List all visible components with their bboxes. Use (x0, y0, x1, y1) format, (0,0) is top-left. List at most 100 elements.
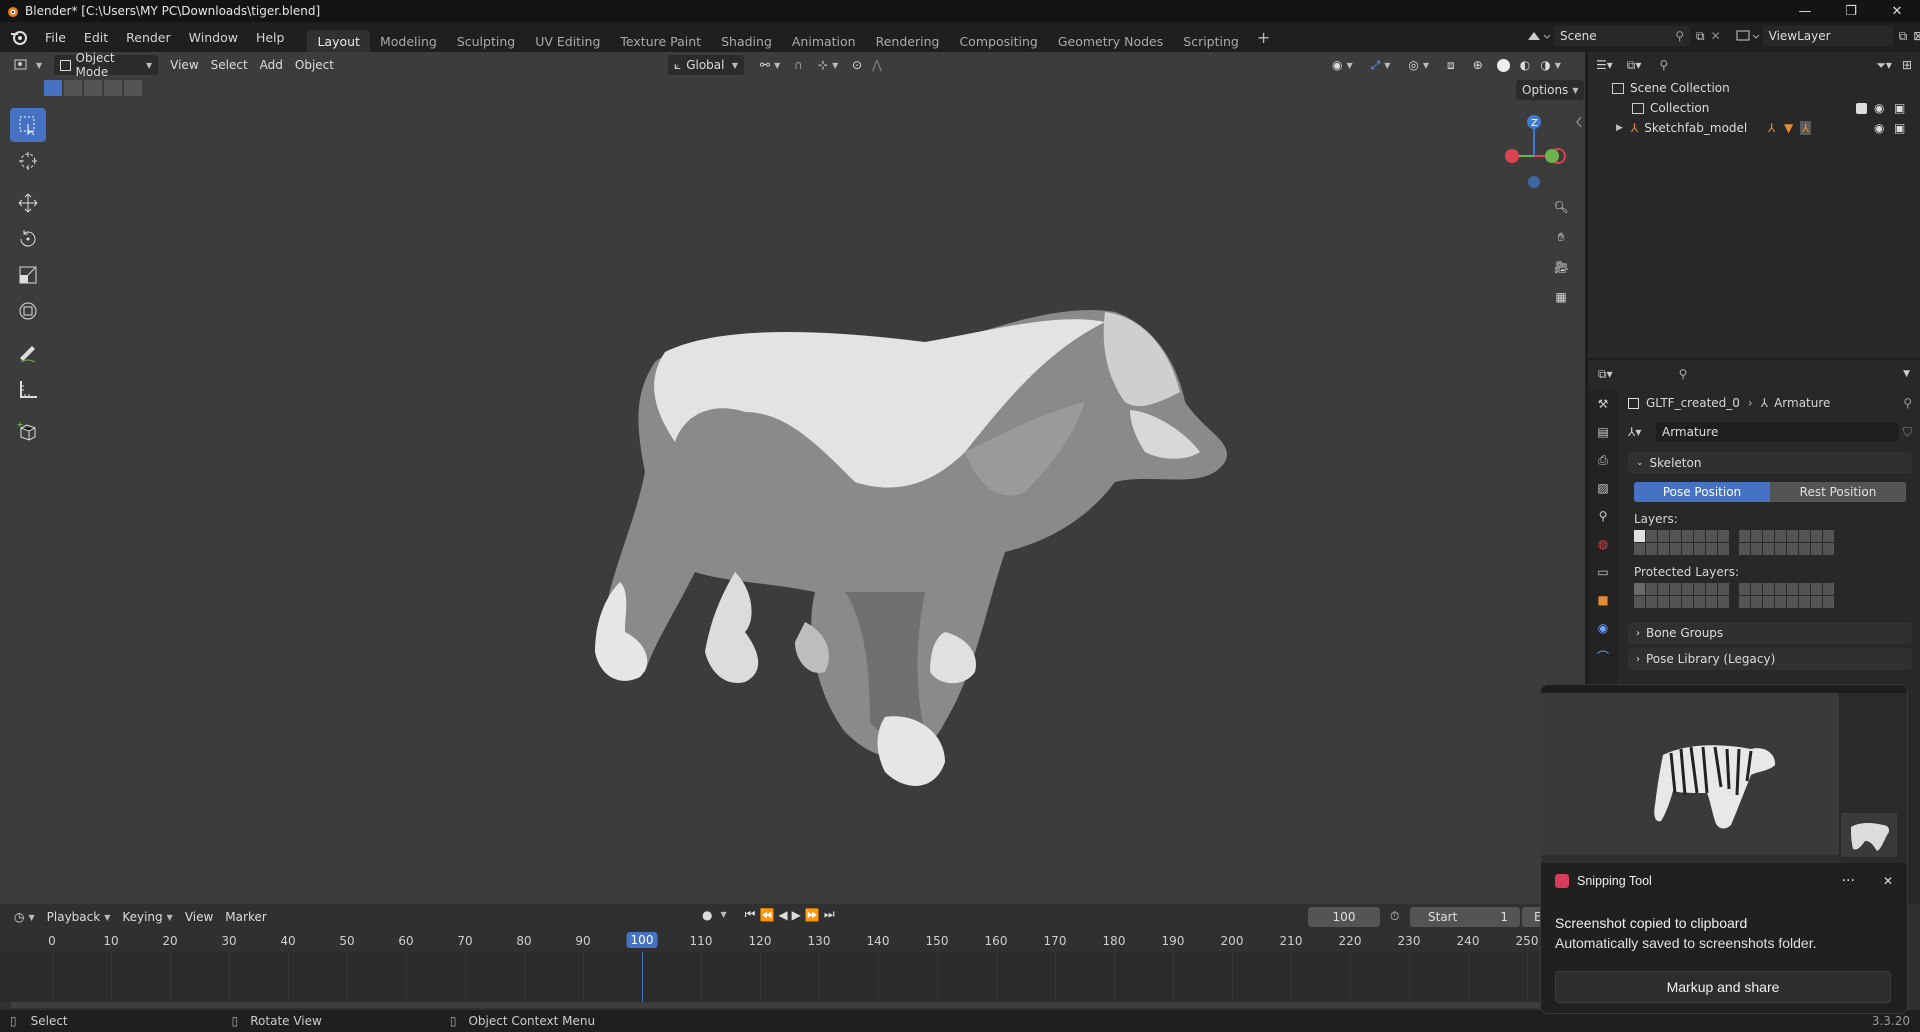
protected-layers-grid[interactable] (1634, 583, 1912, 608)
tab-tool[interactable]: ⚒ (1588, 390, 1618, 418)
skeleton-panel-header[interactable]: ⌄ Skeleton (1628, 452, 1912, 474)
select-new-button[interactable] (44, 80, 62, 96)
select-invert-button[interactable] (104, 80, 122, 96)
timeline-scrollbar[interactable] (10, 1002, 1540, 1008)
workspace-tab-compositing[interactable]: Compositing (949, 30, 1047, 52)
workspace-tab-layout[interactable]: Layout (307, 30, 370, 52)
object-visibility-button[interactable]: ◉ ▼ (1326, 55, 1359, 75)
tab-object[interactable]: ■ (1588, 586, 1618, 614)
pin-icon[interactable]: ⚲ (1675, 29, 1684, 43)
snipping-tool-notification[interactable]: Snipping Tool ··· ✕ Screenshot copied to… (1540, 684, 1908, 1014)
workspace-tab-animation[interactable]: Animation (782, 30, 866, 52)
proportional-edit-toggle[interactable]: ⊙ (846, 55, 868, 75)
tool-rotate[interactable] (10, 222, 46, 256)
layers-grid[interactable] (1634, 530, 1912, 555)
select-extend-button[interactable] (64, 80, 82, 96)
marker-menu[interactable]: Marker (219, 907, 272, 927)
menu-add[interactable]: Add (254, 55, 289, 75)
falloff-button[interactable]: ⋀ (866, 55, 888, 75)
eye-icon[interactable]: ◉ (1874, 121, 1884, 135)
workspace-tab-scripting[interactable]: Scripting (1173, 30, 1249, 52)
toast-close-button[interactable]: ✕ (1883, 874, 1893, 888)
armature-name-field[interactable]: Armature (1656, 422, 1899, 442)
workspace-tab-uv-editing[interactable]: UV Editing (525, 30, 610, 52)
display-mode-icon[interactable]: ⧉▾ (1627, 58, 1642, 73)
tool-scale[interactable] (10, 258, 46, 292)
add-workspace-button[interactable]: + (1249, 28, 1278, 47)
tab-output[interactable]: ⎙ (1588, 446, 1618, 474)
tool-transform[interactable] (10, 294, 46, 328)
menu-view[interactable]: View (164, 55, 204, 75)
tab-scene[interactable]: ⚲ (1588, 502, 1618, 530)
view-layer-selector[interactable]: ViewLayer (1762, 26, 1893, 46)
xray-toggle[interactable]: ⧈ (1441, 55, 1461, 75)
collapse-sidebar-icon[interactable] (1575, 116, 1583, 128)
play-reverse-icon[interactable]: ◀ (778, 908, 787, 922)
scene-selector[interactable]: Scene ⚲ (1554, 26, 1690, 46)
pose-library-panel-header[interactable]: › Pose Library (Legacy) (1628, 648, 1912, 670)
menu-help[interactable]: Help (247, 22, 294, 52)
play-icon[interactable]: ▶ (792, 908, 801, 922)
snap-target-button[interactable]: ⊹ ▼ (812, 55, 844, 75)
properties-options-icon[interactable]: ▼ (1903, 369, 1910, 379)
transform-orientation-dropdown[interactable]: ⟀ Global ▼ (668, 55, 744, 75)
tab-armature-data[interactable]: ⌒ (1588, 642, 1618, 670)
toast-more-button[interactable]: ··· (1842, 873, 1855, 889)
options-dropdown[interactable]: Options ▼ (1516, 80, 1585, 100)
jump-next-keyframe-icon[interactable]: ⏩ (805, 908, 820, 922)
timeline-editor-type-button[interactable]: ◷ ▼ (8, 907, 41, 927)
tool-select-box[interactable] (10, 108, 46, 142)
auto-keying-record-icon[interactable]: ● (702, 908, 712, 922)
workspace-tab-rendering[interactable]: Rendering (866, 30, 950, 52)
tab-world[interactable]: ◍ (1588, 530, 1618, 558)
shading-rendered[interactable]: ◑ ▼ (1538, 55, 1563, 75)
tab-render[interactable]: ▤ (1588, 418, 1618, 446)
timeline-view-menu[interactable]: View (179, 907, 219, 927)
outliner-editor-icon[interactable]: ☰▾ (1596, 58, 1613, 72)
tool-annotate[interactable] (10, 336, 46, 370)
editor-type-button[interactable]: ▼ (8, 55, 48, 75)
current-frame-marker[interactable]: 100 (626, 932, 658, 948)
menu-object[interactable]: Object (289, 55, 340, 75)
fake-user-shield-icon[interactable]: ⛉ (1903, 425, 1912, 440)
shading-material[interactable]: ◐ (1518, 55, 1532, 75)
gizmo-toggle[interactable]: ⤢ ▼ (1365, 55, 1397, 75)
new-view-layer-icon[interactable]: ⧉ (1899, 29, 1908, 44)
minimize-button[interactable]: — (1782, 0, 1828, 22)
maximize-button[interactable]: ❐ (1828, 0, 1874, 22)
playback-menu[interactable]: Playback ▼ (41, 907, 117, 927)
perspective-toggle-button[interactable]: ▦ (1548, 284, 1574, 310)
properties-search-input[interactable]: ⚲ (1672, 365, 1783, 383)
camera-render-icon[interactable]: ▣ (1894, 121, 1905, 135)
rest-position-button[interactable]: Rest Position (1770, 482, 1906, 502)
eye-icon[interactable]: ◉ (1874, 101, 1884, 115)
workspace-tab-shading[interactable]: Shading (711, 30, 782, 52)
menu-select[interactable]: Select (205, 55, 254, 75)
zoom-button[interactable]: 🔍︎ (1548, 194, 1574, 220)
start-frame-field[interactable]: Start 1 (1410, 907, 1520, 927)
view-layer-icon[interactable] (1733, 26, 1759, 46)
new-scene-icon[interactable]: ⧉ (1696, 29, 1705, 44)
outliner-search-input[interactable]: ⚲ (1653, 56, 1764, 74)
pivot-point-button[interactable]: ⚯ ▼ (754, 55, 786, 75)
exclude-checkbox[interactable] (1856, 102, 1867, 114)
workspace-tab-sculpting[interactable]: Sculpting (447, 30, 525, 52)
outliner-scene-collection[interactable]: Scene Collection (1588, 78, 1920, 98)
filter-icon[interactable]: ⏷▾ (1876, 58, 1892, 73)
blender-menu-icon[interactable] (8, 26, 30, 48)
select-subtract-button[interactable] (84, 80, 102, 96)
delete-scene-icon[interactable]: ✕ (1711, 29, 1721, 43)
pin-icon[interactable]: ⚲ (1903, 396, 1912, 410)
tool-measure[interactable] (10, 372, 46, 406)
pose-position-button[interactable]: Pose Position (1634, 482, 1770, 502)
menu-file[interactable]: File (36, 22, 75, 52)
tool-move[interactable] (10, 186, 46, 220)
menu-window[interactable]: Window (180, 22, 247, 52)
markup-and-share-button[interactable]: Markup and share (1555, 971, 1891, 1003)
keying-menu[interactable]: Keying ▼ (116, 907, 178, 927)
menu-render[interactable]: Render (117, 22, 180, 52)
timeline-keyframe-area[interactable] (0, 952, 1540, 1002)
overlays-toggle[interactable]: ◎ ▼ (1402, 55, 1435, 75)
scene-icon[interactable] (1524, 26, 1550, 46)
tab-collection[interactable]: ▭ (1588, 558, 1618, 586)
